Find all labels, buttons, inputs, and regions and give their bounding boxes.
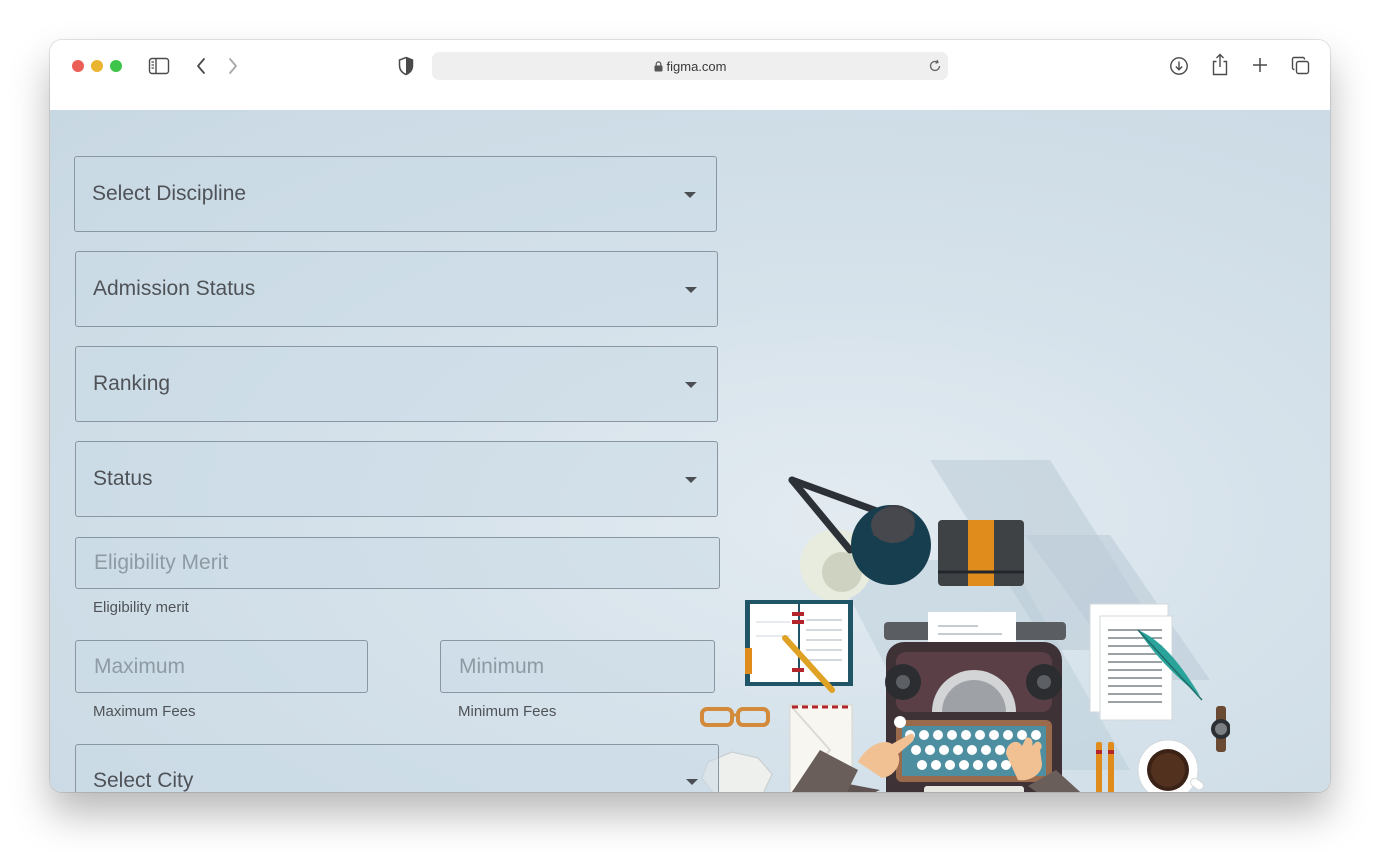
new-tab-icon[interactable] (1252, 57, 1268, 73)
wristwatch-icon (1211, 706, 1230, 752)
eligibility-merit-placeholder: Eligibility Merit (94, 551, 229, 574)
ranking-select-label: Ranking (93, 372, 171, 395)
download-icon[interactable] (1169, 56, 1189, 76)
sidebar-icon[interactable] (148, 57, 170, 75)
eligibility-merit-helper: Eligibility merit (93, 599, 189, 616)
address-bar[interactable]: figma.com (432, 52, 948, 80)
lock-icon (654, 61, 663, 72)
tabs-overview-icon[interactable] (1291, 56, 1310, 75)
browser-window: figma.com Select Discipline Admission St… (50, 40, 1330, 792)
minimum-fees-input[interactable]: Minimum (440, 640, 715, 693)
chevron-down-icon (685, 287, 697, 293)
status-select-label: Status (93, 467, 153, 490)
close-window-button[interactable] (72, 60, 84, 72)
ranking-select[interactable]: Ranking (75, 346, 718, 422)
forward-icon[interactable] (227, 57, 239, 75)
browser-toolbar: figma.com (50, 40, 1330, 110)
discipline-select-label: Select Discipline (92, 182, 247, 205)
chevron-down-icon (686, 779, 698, 785)
minimum-fees-helper: Minimum Fees (458, 703, 557, 720)
page-content: Select Discipline Admission Status Ranki… (50, 110, 1330, 792)
maximum-fees-placeholder: Maximum (94, 654, 186, 678)
city-select-label: Select City (93, 769, 194, 792)
status-select[interactable]: Status (75, 441, 718, 517)
coffee-cup-icon (1137, 739, 1204, 792)
share-icon[interactable] (1211, 53, 1229, 76)
chevron-down-icon (685, 382, 697, 388)
zoom-window-button[interactable] (110, 60, 122, 72)
admission-status-select[interactable]: Admission Status (75, 251, 718, 327)
url-text: figma.com (666, 59, 727, 74)
minimum-fees-placeholder: Minimum (459, 654, 545, 678)
discipline-select[interactable]: Select Discipline (74, 156, 717, 232)
maximum-fees-helper: Maximum Fees (93, 703, 196, 720)
city-select[interactable]: Select City (75, 744, 719, 792)
maximum-fees-input[interactable]: Maximum (75, 640, 368, 693)
glasses-icon (700, 707, 770, 727)
book-icon (938, 520, 1024, 586)
notebook-icon (745, 600, 853, 693)
minimize-window-button[interactable] (91, 60, 103, 72)
reload-icon[interactable] (928, 59, 942, 73)
back-icon[interactable] (195, 57, 207, 75)
chevron-down-icon (685, 477, 697, 483)
admission-status-select-label: Admission Status (93, 277, 256, 300)
shield-icon[interactable] (398, 56, 414, 76)
eligibility-merit-input[interactable]: Eligibility Merit (75, 537, 720, 589)
chevron-down-icon (684, 192, 696, 198)
